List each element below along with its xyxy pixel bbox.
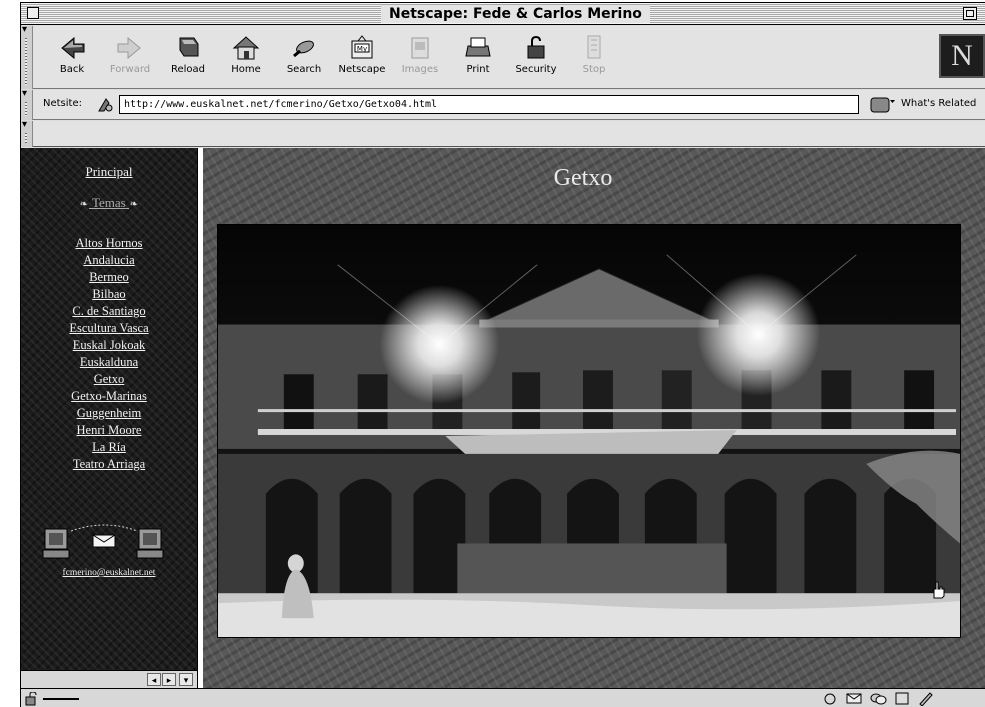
horizontal-scrollbar[interactable]: ◂ ▸ ▾ bbox=[21, 670, 197, 688]
composer-tray-icon[interactable] bbox=[917, 691, 935, 706]
location-collapse-tab[interactable] bbox=[21, 88, 33, 120]
reload-icon bbox=[179, 37, 199, 57]
navigator-tray-icon[interactable] bbox=[821, 691, 839, 706]
security-status-icon[interactable] bbox=[25, 692, 41, 706]
back-button[interactable]: Back bbox=[43, 30, 101, 84]
nav-link-c-de-santiago[interactable]: C. de Santiago bbox=[21, 303, 197, 320]
reload-label: Reload bbox=[170, 64, 206, 75]
browser-window: Netscape: Fede & Carlos Merino Back Forw… bbox=[20, 2, 985, 707]
print-label: Print bbox=[466, 64, 490, 75]
nav-link-getxo[interactable]: Getxo bbox=[21, 371, 197, 388]
back-arrow-icon bbox=[61, 36, 85, 60]
netscape-button[interactable]: My Netscape bbox=[333, 30, 391, 84]
forward-arrow-icon bbox=[117, 36, 141, 60]
nav-link-altos-hornos[interactable]: Altos Hornos bbox=[21, 235, 197, 252]
connection-plug-icon bbox=[43, 698, 79, 700]
url-input[interactable]: http://www.euskalnet.net/fcmerino/Getxo/… bbox=[119, 95, 859, 114]
zoom-box-icon[interactable] bbox=[963, 7, 977, 20]
back-label: Back bbox=[59, 64, 85, 75]
whats-related-button[interactable]: What's Related bbox=[901, 98, 976, 109]
home-button[interactable]: Home bbox=[217, 30, 275, 84]
email-link[interactable]: fcmerino@euskalnet.net bbox=[21, 568, 197, 578]
bullet-icon: ❧ bbox=[79, 199, 89, 210]
reload-button[interactable]: Reload bbox=[159, 30, 217, 84]
forward-label: Forward bbox=[109, 64, 151, 75]
svg-text:My: My bbox=[357, 45, 367, 53]
nav-link-andalucia[interactable]: Andalucia bbox=[21, 252, 197, 269]
page-title: Getxo bbox=[553, 165, 613, 191]
print-button[interactable]: Print bbox=[449, 30, 507, 84]
page-proxy-icon[interactable] bbox=[96, 95, 116, 115]
netscape-icon: My bbox=[351, 35, 373, 59]
bullet-icon: ❧ bbox=[129, 199, 139, 210]
whats-related-icon[interactable] bbox=[869, 95, 899, 115]
navigation-toolbar: Back Forward Reload Home bbox=[21, 24, 985, 89]
page-content: Principal ❧ Temas ❧ Altos Hornos Andaluc… bbox=[21, 148, 985, 688]
search-button[interactable]: Search bbox=[275, 30, 333, 84]
security-lock-icon bbox=[527, 35, 545, 59]
netscape-logo[interactable]: N bbox=[939, 34, 985, 78]
forward-button[interactable]: Forward bbox=[101, 30, 159, 84]
nav-link-henri-moore[interactable]: Henri Moore bbox=[21, 422, 197, 439]
address-book-tray-icon[interactable] bbox=[893, 691, 911, 706]
nav-link-principal[interactable]: Principal bbox=[21, 163, 197, 180]
hand-pointer-icon bbox=[933, 581, 945, 599]
search-label: Search bbox=[286, 64, 322, 75]
discussion-tray-icon[interactable] bbox=[869, 691, 887, 706]
security-label: Security bbox=[515, 64, 557, 75]
window-title: Netscape: Fede & Carlos Merino bbox=[381, 5, 650, 23]
scroll-down-icon[interactable]: ▾ bbox=[179, 673, 193, 686]
close-box-icon[interactable] bbox=[27, 7, 39, 19]
nav-link-euskal-jokoak[interactable]: Euskal Jokoak bbox=[21, 337, 197, 354]
navigation-frame: Principal ❧ Temas ❧ Altos Hornos Andaluc… bbox=[21, 148, 197, 688]
netsite-label: Netsite: bbox=[43, 98, 82, 109]
scroll-right-icon[interactable]: ▸ bbox=[162, 673, 176, 686]
nav-link-getxo-marinas[interactable]: Getxo-Marinas bbox=[21, 388, 197, 405]
nav-link-bermeo[interactable]: Bermeo bbox=[21, 269, 197, 286]
temas-label: Temas bbox=[92, 195, 126, 210]
component-bar bbox=[821, 691, 985, 707]
night-building-photo bbox=[217, 224, 961, 638]
email-computers-icon[interactable] bbox=[41, 521, 171, 566]
personal-toolbar bbox=[21, 119, 985, 147]
print-icon bbox=[465, 37, 491, 57]
nav-link-teatro-arriaga[interactable]: Teatro Arriaga bbox=[21, 456, 197, 473]
nav-link-euskalduna[interactable]: Euskalduna bbox=[21, 354, 197, 371]
nav-link-temas[interactable]: ❧ Temas ❧ bbox=[21, 195, 197, 211]
personal-collapse-tab[interactable] bbox=[21, 119, 33, 147]
security-button[interactable]: Security bbox=[507, 30, 565, 84]
search-icon bbox=[293, 40, 314, 58]
home-icon bbox=[232, 36, 260, 60]
nav-list: Altos Hornos Andalucia Bermeo Bilbao C. … bbox=[21, 235, 197, 473]
nav-link-bilbao[interactable]: Bilbao bbox=[21, 286, 197, 303]
toolbar-collapse-tab[interactable] bbox=[21, 24, 33, 89]
nav-link-escultura-vasca[interactable]: Escultura Vasca bbox=[21, 320, 197, 337]
scroll-left-icon[interactable]: ◂ bbox=[147, 673, 161, 686]
location-bar: Netsite: http://www.euskalnet.net/fcmeri… bbox=[21, 88, 985, 120]
images-button[interactable]: Images bbox=[391, 30, 449, 84]
stop-icon bbox=[587, 35, 601, 59]
stop-button[interactable]: Stop bbox=[565, 30, 623, 84]
title-bar[interactable]: Netscape: Fede & Carlos Merino bbox=[21, 3, 985, 25]
mail-tray-icon[interactable] bbox=[845, 691, 863, 706]
images-label: Images bbox=[401, 64, 439, 75]
stop-label: Stop bbox=[582, 64, 606, 75]
nav-link-la-ria[interactable]: La Ría bbox=[21, 439, 197, 456]
status-bar bbox=[21, 688, 985, 707]
nav-link-guggenheim[interactable]: Guggenheim bbox=[21, 405, 197, 422]
images-icon bbox=[411, 37, 429, 59]
main-frame: Getxo bbox=[203, 148, 985, 688]
home-label: Home bbox=[231, 64, 261, 75]
netscape-label: Netscape bbox=[338, 64, 386, 75]
